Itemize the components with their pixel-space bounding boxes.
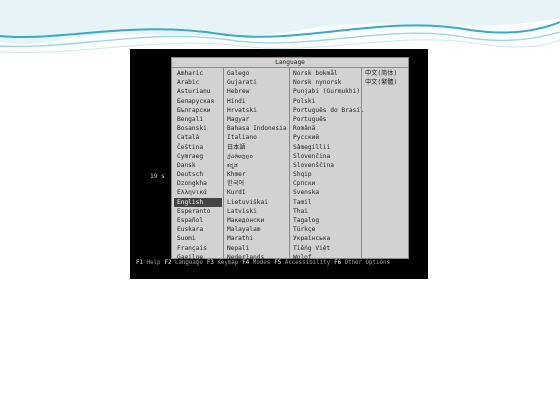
language-option[interactable]: Dansk xyxy=(174,161,222,170)
language-option[interactable]: 中文(繁體) xyxy=(362,78,408,87)
column-divider xyxy=(361,67,362,258)
fkey-f2[interactable]: F2 Language xyxy=(164,260,202,266)
fkey-f6[interactable]: F6 Other Options xyxy=(334,260,390,266)
language-option[interactable]: Shqip xyxy=(290,170,360,179)
language-option[interactable]: Türkçe xyxy=(290,225,360,234)
language-option[interactable]: 日本語 xyxy=(224,143,288,152)
language-option[interactable]: Gujarati xyxy=(224,78,288,87)
language-option[interactable]: ಕನ್ನಡ xyxy=(224,161,288,170)
language-dialog: Language Amharic Arabic Asturianu Беларуска… xyxy=(171,57,409,262)
language-option[interactable]: Sâmegillii xyxy=(290,143,360,152)
language-column-2: Galego Gujarati Hebrew Hindi Hrvatski Magyar B… xyxy=(224,69,288,262)
language-option[interactable]: Norsk bokmål xyxy=(290,69,360,78)
fkey-label: Help xyxy=(146,260,161,266)
language-option[interactable]: Беларуская xyxy=(174,97,222,106)
language-option[interactable]: Esperanto xyxy=(174,207,222,216)
fkey-f3[interactable]: F3 Keymap xyxy=(207,260,238,266)
language-option[interactable]: Galego xyxy=(224,69,288,78)
language-option[interactable]: Norsk nynorsk xyxy=(290,78,360,87)
fkey-label: Language xyxy=(174,260,203,266)
fkey-key: F6 xyxy=(334,260,342,266)
language-option[interactable]: Cymraeg xyxy=(174,152,222,161)
language-option[interactable]: Bengali xyxy=(174,115,222,124)
language-option[interactable]: Malayalam xyxy=(224,225,288,234)
language-option[interactable]: Ελληνικά xyxy=(174,188,222,197)
language-option[interactable]: Amharic xyxy=(174,69,222,78)
language-option[interactable]: ქართული xyxy=(224,152,288,161)
language-option[interactable]: Arabic xyxy=(174,78,222,87)
dialog-title: Language xyxy=(275,59,305,66)
language-option[interactable]: 한국어 xyxy=(224,179,288,188)
fkey-key: F3 xyxy=(206,260,214,266)
language-option[interactable]: Asturianu xyxy=(174,87,222,96)
language-option[interactable]: Nepali xyxy=(224,244,288,253)
language-option[interactable]: Slovenščina xyxy=(290,161,360,170)
language-option[interactable]: Euskara xyxy=(174,225,222,234)
fkey-label: Accessibility xyxy=(284,260,331,266)
title-divider xyxy=(172,67,408,68)
language-option[interactable]: Bosanski xyxy=(174,124,222,133)
function-key-bar: F1 Help F2 Language F3 Keymap F4 Modes F5 Ac… xyxy=(136,260,394,266)
countdown-timer: 19 s xyxy=(150,173,165,180)
fkey-f5[interactable]: F5 Accessibility xyxy=(274,260,330,266)
language-option[interactable]: Deutsch xyxy=(174,170,222,179)
language-option[interactable]: Српски xyxy=(290,179,360,188)
language-option[interactable]: Українська xyxy=(290,234,360,243)
language-option[interactable]: Español xyxy=(174,216,222,225)
language-option[interactable]: Tiếng Việt xyxy=(290,244,360,253)
language-option[interactable]: 中文(简体) xyxy=(362,69,408,78)
language-option[interactable]: Русский xyxy=(290,133,360,142)
language-column-3: Norsk bokmål Norsk nynorsk Punjabi (Gurmuk… xyxy=(290,69,364,262)
language-option[interactable]: Lietuviškai xyxy=(224,198,288,207)
fkey-key: F2 xyxy=(164,260,172,266)
language-option[interactable]: Română xyxy=(290,124,360,133)
language-option[interactable]: Khmer xyxy=(224,170,288,179)
language-option[interactable]: Tagalog xyxy=(290,216,360,225)
language-option[interactable]: Hrvatski xyxy=(224,106,288,115)
language-option[interactable]: Latviski xyxy=(224,207,288,216)
language-option[interactable]: Македонски xyxy=(224,216,288,225)
language-column-4: 中文(简体) 中文(繁體) xyxy=(362,69,408,87)
language-option[interactable]: Svenska xyxy=(290,188,360,197)
fkey-f4[interactable]: F4 Modes xyxy=(242,260,270,266)
fkey-key: F1 xyxy=(136,260,143,266)
fkey-label: Keymap xyxy=(217,260,239,266)
language-option[interactable]: Português do Brasil xyxy=(290,106,364,115)
language-option[interactable]: Français xyxy=(174,244,222,253)
language-option[interactable]: Magyar xyxy=(224,115,288,124)
language-option[interactable]: Marathi xyxy=(224,234,288,243)
fkey-key: F4 xyxy=(242,260,250,266)
language-option[interactable]: Bahasa Indonesia xyxy=(224,124,288,133)
language-option[interactable]: Polski xyxy=(290,97,360,106)
language-option[interactable]: Suomi xyxy=(174,234,222,243)
language-option[interactable]: Čeština xyxy=(174,143,222,152)
language-option[interactable]: Dzongkha xyxy=(174,179,222,188)
language-option[interactable]: Thai xyxy=(290,207,360,216)
fkey-label: Other Options xyxy=(344,260,390,266)
language-option[interactable]: Slovenčina xyxy=(290,152,360,161)
language-option[interactable]: Punjabi (Gurmukhi) xyxy=(290,87,360,96)
language-option[interactable]: Hebrew xyxy=(224,87,288,96)
language-option[interactable]: Português xyxy=(290,115,360,124)
wave-fill xyxy=(0,0,560,44)
language-option[interactable]: Italiano xyxy=(224,133,288,142)
language-option-selected[interactable]: English xyxy=(174,197,222,207)
language-option[interactable]: Български xyxy=(174,106,222,115)
language-option[interactable]: Kurdî xyxy=(224,188,288,197)
fkey-label: Modes xyxy=(252,260,271,266)
language-column-1: Amharic Arabic Asturianu Беларуская Българск… xyxy=(174,69,222,262)
fkey-key: F5 xyxy=(274,260,282,266)
language-option[interactable]: Català xyxy=(174,133,222,142)
language-option[interactable]: Hindi xyxy=(224,97,288,106)
fkey-f1[interactable]: F1 Help xyxy=(136,260,160,266)
language-option[interactable]: Tamil xyxy=(290,198,360,207)
